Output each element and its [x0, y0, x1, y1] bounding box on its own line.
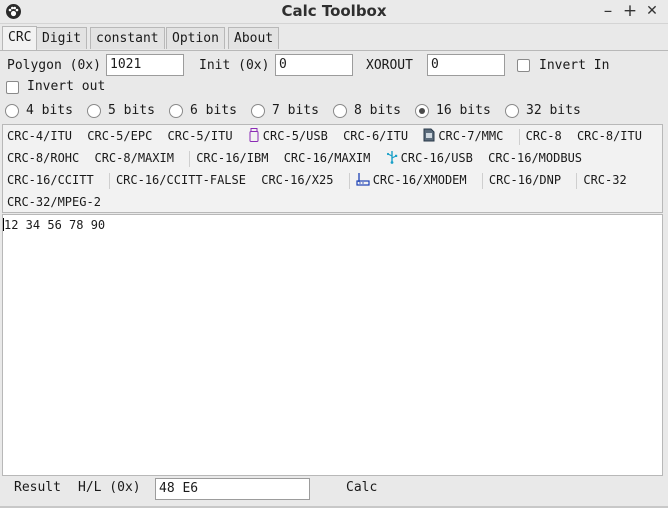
- separator: [518, 128, 520, 145]
- separator: [108, 172, 110, 189]
- usb-symbol-icon: [386, 151, 397, 164]
- init-label: Init (0x): [199, 58, 270, 73]
- result-label: Result: [14, 480, 61, 495]
- alg-crc-16-ccitt-false[interactable]: CRC-16/CCITT-FALSE: [116, 170, 246, 190]
- invert-in-checkbox[interactable]: [517, 59, 530, 72]
- radio-5-bits-label: 5 bits: [108, 103, 155, 118]
- tab-divider: [0, 50, 668, 51]
- separator: [576, 172, 578, 189]
- invert-out-checkbox[interactable]: [6, 81, 19, 94]
- alg-crc-8-itu[interactable]: CRC-8/ITU: [577, 126, 642, 146]
- alg-crc-4-itu[interactable]: CRC-4/ITU: [7, 126, 72, 146]
- radio-16-bits-label: 16 bits: [436, 103, 491, 118]
- alg-crc-5-epc[interactable]: CRC-5/EPC: [87, 126, 152, 146]
- input-data-area[interactable]: 12 34 56 78 90: [2, 214, 663, 476]
- separator: [481, 172, 483, 189]
- window-title: Calc Toolbox: [281, 2, 387, 20]
- radio-5-bits[interactable]: [87, 104, 101, 118]
- alg-crc-16-maxim[interactable]: CRC-16/MAXIM: [284, 148, 371, 168]
- tab-bar: CRC Digit constant Option About: [0, 26, 668, 51]
- radio-8-bits-label: 8 bits: [354, 103, 401, 118]
- init-input[interactable]: 0: [275, 54, 353, 76]
- alg-crc-32[interactable]: CRC-32: [583, 170, 626, 190]
- tab-about[interactable]: About: [228, 27, 280, 49]
- result-output[interactable]: 48 E6: [155, 478, 310, 500]
- tab-digit[interactable]: Digit: [36, 27, 88, 49]
- radio-6-bits[interactable]: [169, 104, 183, 118]
- alg-crc-7-mmc[interactable]: CRC-7/MMC: [438, 126, 503, 146]
- radio-4-bits-label: 4 bits: [26, 103, 73, 118]
- minimize-button[interactable]: –: [598, 1, 618, 21]
- invert-out-label: Invert out: [27, 79, 106, 94]
- alg-crc-5-usb[interactable]: CRC-5/USB: [263, 126, 328, 146]
- tab-crc[interactable]: CRC: [2, 26, 38, 50]
- close-button[interactable]: ✕: [642, 1, 662, 21]
- xorout-input[interactable]: 0: [427, 54, 505, 76]
- xorout-label: XOROUT: [366, 58, 413, 73]
- polygon-input[interactable]: 1021: [106, 54, 184, 76]
- maximize-button[interactable]: +: [620, 1, 640, 21]
- hl-label: H/L (0x): [78, 480, 141, 495]
- radio-32-bits[interactable]: [505, 104, 519, 118]
- algorithm-row: CRC-32/MPEG-2: [7, 192, 109, 212]
- tab-constant[interactable]: constant: [90, 27, 165, 49]
- sd-card-icon: [423, 128, 435, 142]
- alg-crc-5-itu[interactable]: CRC-5/ITU: [168, 126, 233, 146]
- input-data-text: 12 34 56 78 90: [4, 218, 106, 232]
- calc-button[interactable]: Calc: [346, 475, 377, 501]
- alg-crc-16-dnp[interactable]: CRC-16/DNP: [489, 170, 561, 190]
- algorithm-row: CRC-4/ITU CRC-5/EPC CRC-5/ITU CRC-5/USB …: [7, 126, 650, 146]
- alg-crc-16-ibm[interactable]: CRC-16/IBM: [196, 148, 268, 168]
- radio-7-bits-label: 7 bits: [272, 103, 319, 118]
- radio-4-bits[interactable]: [5, 104, 19, 118]
- alg-crc-6-itu[interactable]: CRC-6/ITU: [343, 126, 408, 146]
- algorithm-row: CRC-8/ROHC CRC-8/MAXIM CRC-16/IBM CRC-16…: [7, 148, 590, 168]
- separator: [189, 150, 191, 167]
- alg-crc-8[interactable]: CRC-8: [526, 126, 562, 146]
- alg-crc-8-maxim[interactable]: CRC-8/MAXIM: [94, 148, 173, 168]
- algorithm-row: CRC-16/CCITT CRC-16/CCITT-FALSE CRC-16/X…: [7, 170, 635, 190]
- title-bar: Calc Toolbox – + ✕: [0, 0, 668, 24]
- alg-crc-16-usb[interactable]: CRC-16/USB: [401, 148, 473, 168]
- modem-icon: [356, 173, 370, 186]
- result-row: Result H/L (0x) 48 E6 Calc: [0, 477, 668, 508]
- alg-crc-16-x25[interactable]: CRC-16/X25: [261, 170, 333, 190]
- invert-in-label: Invert In: [539, 58, 610, 73]
- algorithm-list: CRC-4/ITU CRC-5/EPC CRC-5/ITU CRC-5/USB …: [2, 124, 663, 213]
- alg-crc-16-xmodem[interactable]: CRC-16/XMODEM: [373, 170, 467, 190]
- radio-6-bits-label: 6 bits: [190, 103, 237, 118]
- alg-crc-16-modbus[interactable]: CRC-16/MODBUS: [488, 148, 582, 168]
- radio-7-bits[interactable]: [251, 104, 265, 118]
- radio-32-bits-label: 32 bits: [526, 103, 581, 118]
- separator: [348, 172, 350, 189]
- tab-option[interactable]: Option: [166, 27, 225, 49]
- radio-16-bits[interactable]: [415, 104, 429, 118]
- alg-crc-8-rohc[interactable]: CRC-8/ROHC: [7, 148, 79, 168]
- usb-drive-icon: [249, 128, 259, 142]
- alg-crc-32-mpeg-2[interactable]: CRC-32/MPEG-2: [7, 192, 101, 212]
- alg-crc-16-ccitt[interactable]: CRC-16/CCITT: [7, 170, 94, 190]
- radio-8-bits[interactable]: [333, 104, 347, 118]
